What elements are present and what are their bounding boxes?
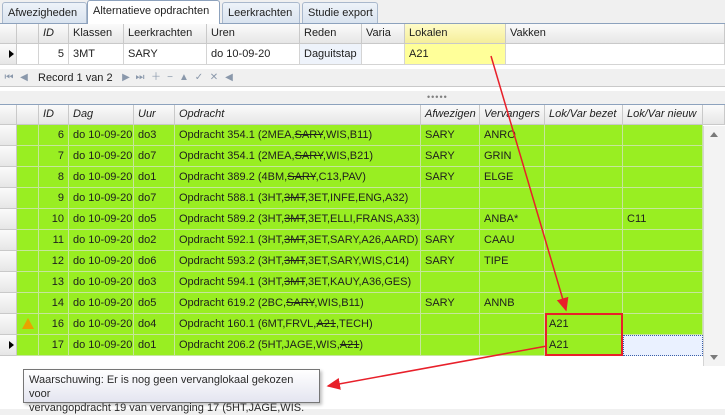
- arrow-lokalen-to-bezet: [490, 55, 569, 312]
- warning-tooltip: Waarschuwing: Er is nog geen vervangloka…: [23, 369, 320, 414]
- tooltip-line: vervangopdracht 19 van vervanging 17 (5H…: [29, 402, 305, 414]
- annotation-arrows: [326, 55, 569, 390]
- tooltip-line: Waarschuwing: Er is nog geen vervangloka…: [29, 374, 294, 400]
- arrow-bezet-to-tooltip: [326, 345, 548, 390]
- tab-alternatieve-opdrachten[interactable]: Alternatieve opdrachten: [87, 0, 220, 24]
